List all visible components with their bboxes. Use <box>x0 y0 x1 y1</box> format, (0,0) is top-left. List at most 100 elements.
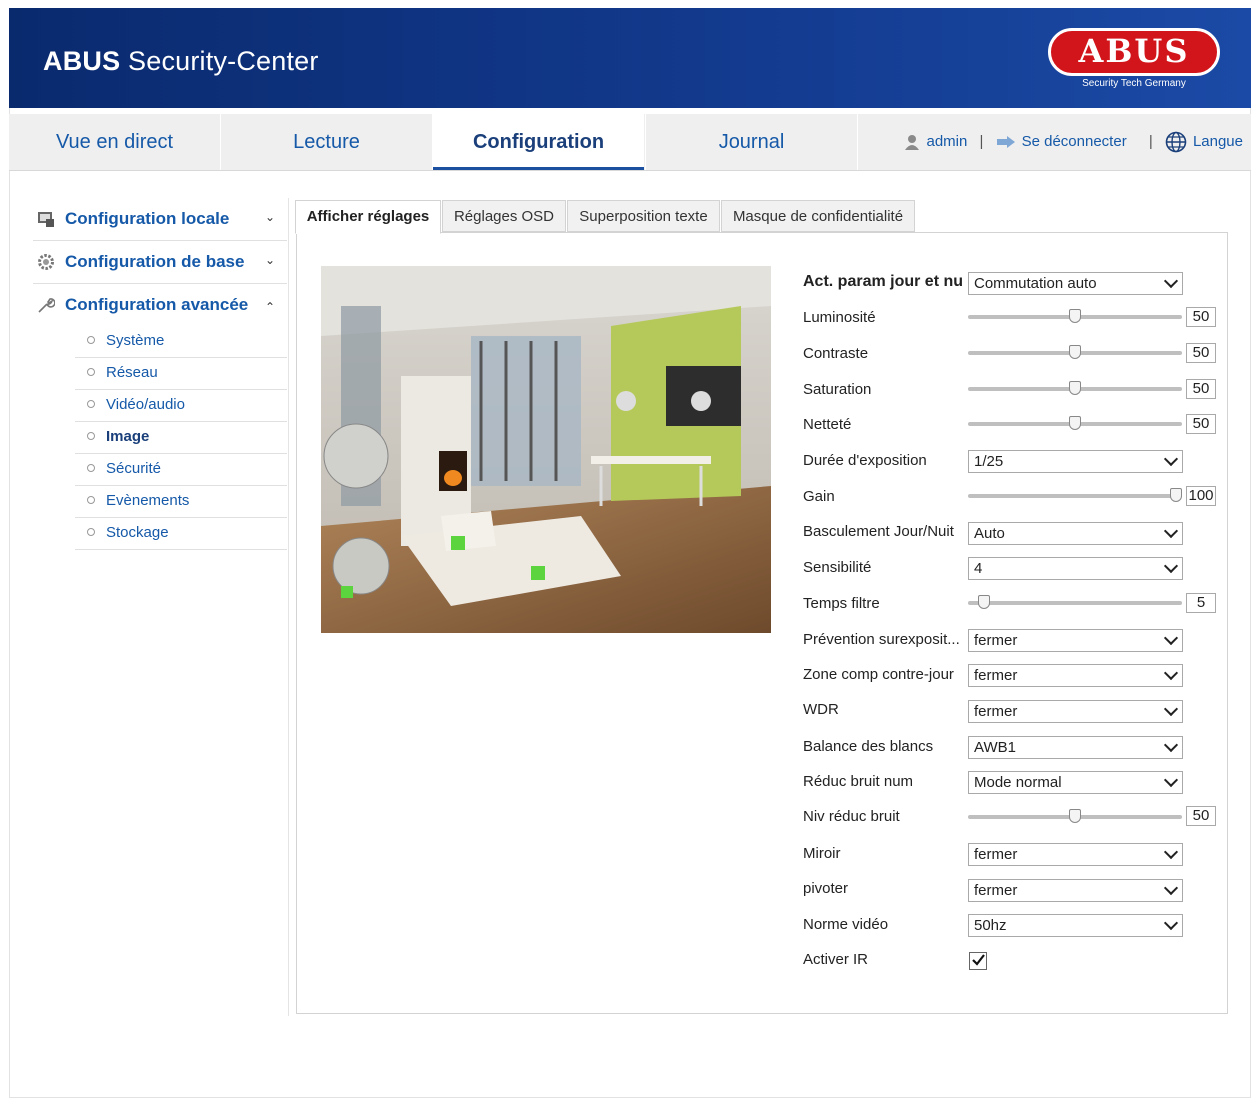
tab-live-view[interactable]: Vue en direct <box>9 114 221 170</box>
exposure-label: Durée d'exposition <box>803 452 927 469</box>
main-nav: Vue en direct Lecture Configuration Jour… <box>9 114 1251 171</box>
subtab-privacy-mask[interactable]: Masque de confidentialité <box>721 200 915 232</box>
chevron-down-icon <box>1163 451 1179 467</box>
chevron-down-icon: ⌄ <box>264 210 275 224</box>
user-link[interactable]: admin <box>903 133 972 151</box>
contrast-label: Contraste <box>803 345 869 362</box>
chevron-down-icon <box>1163 880 1179 896</box>
user-icon <box>904 135 919 151</box>
app-header: ABUS Security-Center ABUS Security Tech … <box>9 8 1251 108</box>
chevron-down-icon <box>1163 665 1179 681</box>
gain-value[interactable]: 100 <box>1186 486 1216 506</box>
gain-slider[interactable] <box>968 487 1182 505</box>
bullet-icon <box>87 336 95 344</box>
subtab-text-overlay[interactable]: Superposition texte <box>567 200 720 232</box>
sharpness-slider[interactable] <box>968 415 1182 433</box>
contrast-value[interactable]: 50 <box>1186 343 1216 363</box>
chevron-down-icon <box>1163 523 1179 539</box>
sidebar-divider <box>288 198 289 1016</box>
slider-thumb[interactable] <box>1170 488 1182 502</box>
sharpness-value[interactable]: 50 <box>1186 414 1216 434</box>
white-balance-select[interactable]: AWB1 <box>968 736 1183 759</box>
sidebar-section-advanced-config[interactable]: Configuration avancée ⌃ <box>33 284 287 326</box>
saturation-label: Saturation <box>803 381 872 398</box>
bullet-icon <box>87 464 95 472</box>
daynight-switch-label: Basculement Jour/Nuit <box>803 523 954 540</box>
subtab-osd-settings[interactable]: Réglages OSD <box>442 200 566 232</box>
slider-thumb[interactable] <box>1069 809 1081 823</box>
chevron-down-icon <box>1163 844 1179 860</box>
sidebar-item-security[interactable]: Sécurité <box>75 454 287 486</box>
bullet-icon <box>87 400 95 408</box>
slider-thumb[interactable] <box>1069 345 1081 359</box>
video-standard-select[interactable]: 50hz <box>968 914 1183 937</box>
language-link[interactable]: Langue <box>1165 131 1243 153</box>
mirror-label: Miroir <box>803 845 841 862</box>
dnr-level-slider[interactable] <box>968 808 1182 826</box>
filter-time-value[interactable]: 5 <box>1186 593 1216 613</box>
overexposure-label: Prévention surexposit... <box>803 631 960 648</box>
sidebar-item-video-audio[interactable]: Vidéo/audio <box>75 390 287 422</box>
chevron-down-icon <box>1163 558 1179 574</box>
saturation-slider[interactable] <box>968 380 1182 398</box>
chevron-down-icon <box>1163 273 1179 289</box>
slider-thumb[interactable] <box>1069 416 1081 430</box>
exposure-select[interactable]: 1/25 <box>968 450 1183 473</box>
brightness-label: Luminosité <box>803 309 876 326</box>
bullet-icon <box>87 528 95 536</box>
wrench-icon <box>38 298 55 313</box>
contrast-slider[interactable] <box>968 344 1182 362</box>
tab-log[interactable]: Journal <box>645 114 858 170</box>
checkmark-icon <box>972 954 985 966</box>
slider-thumb[interactable] <box>1069 309 1081 323</box>
mirror-select[interactable]: fermer <box>968 843 1183 866</box>
sidebar-item-system[interactable]: Système <box>75 326 287 358</box>
tab-playback[interactable]: Lecture <box>221 114 433 170</box>
dnr-label: Réduc bruit num <box>803 773 914 790</box>
subtab-display-settings[interactable]: Afficher réglages <box>295 200 441 234</box>
brightness-slider[interactable] <box>968 308 1182 326</box>
gain-label: Gain <box>803 488 835 505</box>
dnr-level-label: Niv réduc bruit <box>803 808 900 825</box>
filter-time-slider[interactable] <box>968 594 1182 612</box>
slider-thumb[interactable] <box>978 595 991 609</box>
abus-logo: ABUS Security Tech Germany <box>1048 28 1220 89</box>
sidebar-item-network[interactable]: Réseau <box>75 358 287 390</box>
daynight-switch-select[interactable]: Auto <box>968 522 1183 545</box>
sidebar-section-basic-config[interactable]: Configuration de base ⌄ <box>33 241 287 284</box>
logout-link[interactable]: Se déconnecter <box>996 133 1131 150</box>
overexposure-select[interactable]: fermer <box>968 629 1183 652</box>
sidebar-item-image[interactable]: Image <box>75 422 287 454</box>
sidebar-item-storage[interactable]: Stockage <box>75 518 287 550</box>
rotate-select[interactable]: fermer <box>968 879 1183 902</box>
day-night-params-select[interactable]: Commutation auto <box>968 272 1183 295</box>
monitor-icon <box>38 212 54 227</box>
sidebar-section-local-config[interactable]: Configuration locale ⌄ <box>33 198 287 241</box>
chevron-down-icon <box>1163 701 1179 717</box>
sharpness-label: Netteté <box>803 416 852 433</box>
app-title: ABUS Security-Center <box>43 46 319 76</box>
globe-icon <box>1165 131 1187 153</box>
day-night-params-label: Act. param jour et nu <box>803 273 964 290</box>
brightness-value[interactable]: 50 <box>1186 307 1216 327</box>
chevron-down-icon <box>1163 915 1179 931</box>
camera-image <box>321 266 771 633</box>
rotate-label: pivoter <box>803 880 849 897</box>
saturation-value[interactable]: 50 <box>1186 379 1216 399</box>
tab-configuration[interactable]: Configuration <box>433 114 644 170</box>
user-bar: admin | Se déconnecter | Langue <box>903 114 1243 170</box>
logout-icon <box>996 136 1015 149</box>
blc-select[interactable]: fermer <box>968 664 1183 687</box>
dnr-select[interactable]: Mode normal <box>968 771 1183 794</box>
wdr-select[interactable]: fermer <box>968 700 1183 723</box>
sidebar-submenu: Système Réseau Vidéo/audio Image Sécurit… <box>75 326 287 550</box>
sensitivity-select[interactable]: 4 <box>968 557 1183 580</box>
chevron-down-icon <box>1163 772 1179 788</box>
ir-checkbox[interactable] <box>969 952 987 970</box>
dnr-level-value[interactable]: 50 <box>1186 806 1216 826</box>
slider-thumb[interactable] <box>1069 381 1081 395</box>
bullet-icon <box>87 432 95 440</box>
ir-label: Activer IR <box>803 951 869 968</box>
sensitivity-label: Sensibilité <box>803 559 872 576</box>
sidebar-item-events[interactable]: Evènements <box>75 486 287 518</box>
